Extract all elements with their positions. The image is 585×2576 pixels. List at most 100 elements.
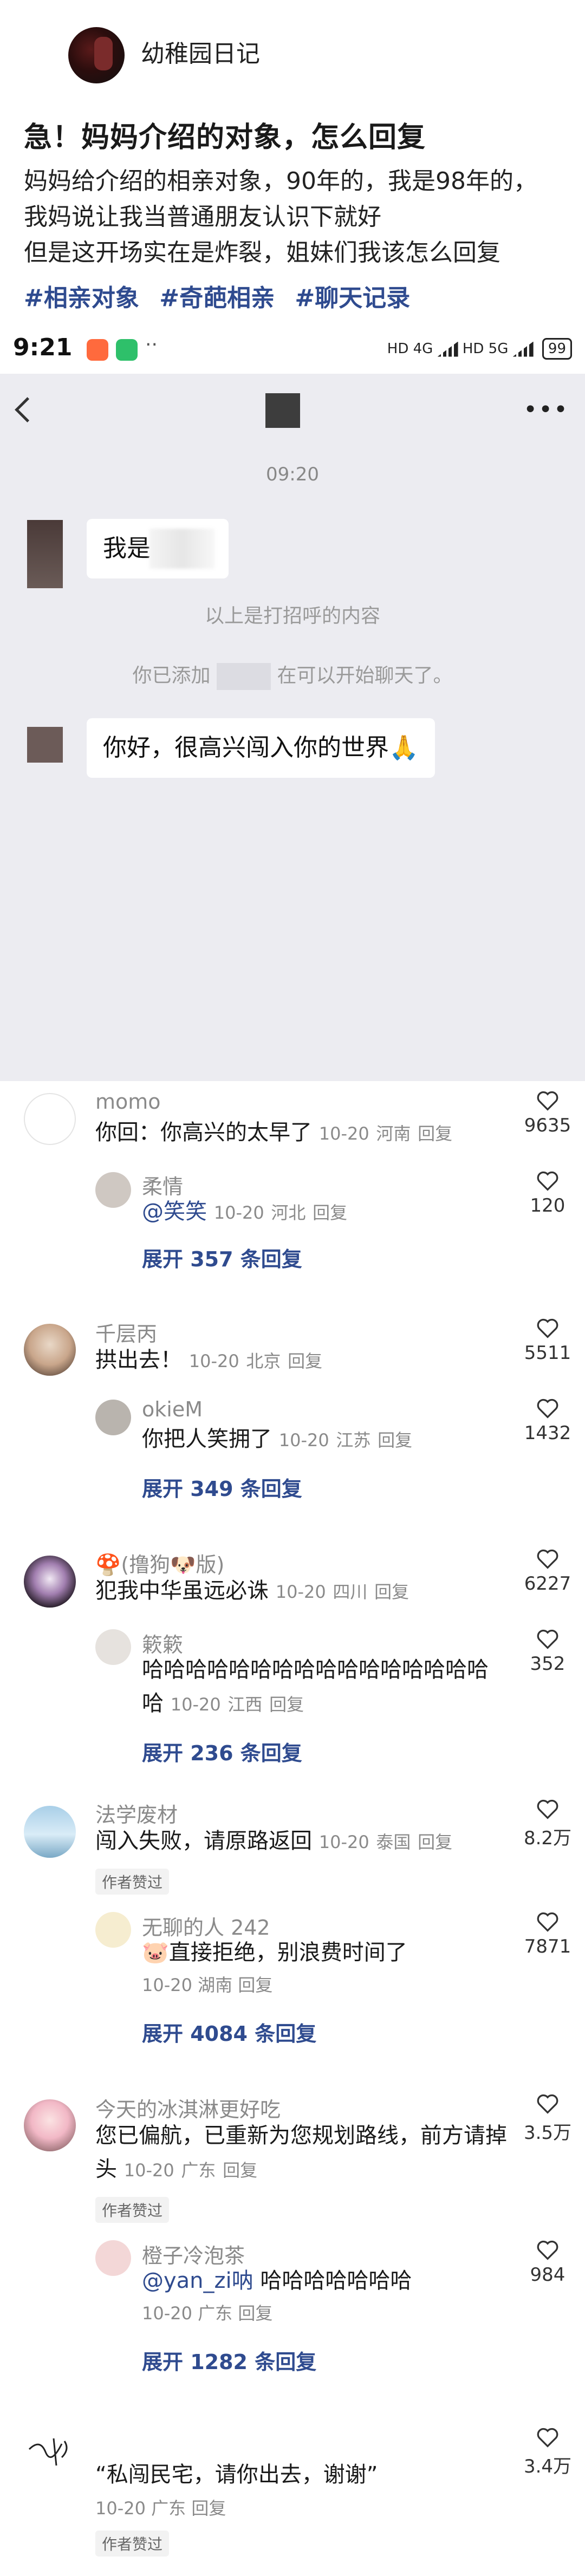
like-button[interactable]: 1432	[518, 1397, 577, 1444]
heart-icon	[537, 1318, 558, 1338]
reply-button[interactable]: 回复	[313, 1202, 347, 1223]
battery-icon: 99	[542, 338, 572, 360]
reply-region: 湖南	[198, 1975, 233, 1995]
system-note-text: 在可以开始聊天了。	[277, 665, 453, 687]
heart-icon	[537, 1912, 558, 1932]
status-indicators: HD 4G HD 5G 99	[387, 338, 572, 360]
reply-button[interactable]: 回复	[223, 2160, 257, 2181]
reply-body: 哈哈哈哈哈哈哈	[260, 2268, 412, 2293]
post-body-line: 我妈说让我当普通朋友认识下就好	[24, 203, 381, 231]
chat-peer-avatar	[265, 393, 300, 428]
replier-name[interactable]: okieM	[142, 1397, 203, 1421]
commenter-avatar[interactable]	[24, 2099, 76, 2151]
hashtag-link[interactable]: #相亲对象	[24, 284, 139, 312]
message-bubble: 我是	[87, 519, 229, 578]
comment-region: 广东	[151, 2498, 186, 2519]
commenter-name[interactable]: 今天的冰淇淋更好吃	[95, 2093, 281, 2123]
heart-icon	[537, 1171, 558, 1191]
reply-button[interactable]: 回复	[378, 1430, 412, 1450]
comment-text[interactable]: 犯我中华虽远必诛 10-20 四川 回复	[95, 1574, 409, 1609]
like-button[interactable]: 7871	[518, 1911, 577, 1957]
reply-date: 10-20	[213, 1202, 264, 1223]
like-button[interactable]: 3.5万	[518, 2093, 577, 2144]
reply-button[interactable]: 回复	[191, 2498, 226, 2519]
reply-avatar[interactable]	[95, 1912, 131, 1948]
comment-date: 10-20	[318, 1123, 369, 1144]
post-body-line: 妈妈给介绍的相亲对象，90年的，我是98年的，	[24, 167, 537, 195]
mention-link[interactable]: @笑笑	[142, 1199, 207, 1224]
commenter-name[interactable]: momo	[95, 1090, 161, 1114]
comment-meta: 10-20 广东 回复	[95, 2495, 226, 2520]
reply-button[interactable]: 回复	[374, 1582, 409, 1602]
reply-button[interactable]: 回复	[288, 1351, 322, 1371]
signal-icon	[437, 341, 458, 357]
like-button[interactable]: 3.4万	[518, 2427, 577, 2478]
commenter-name[interactable]: 千层丙	[95, 1317, 157, 1347]
commenter-avatar[interactable]	[24, 1093, 76, 1145]
comment-body: 拱出去！	[95, 1348, 182, 1372]
reply-button[interactable]: 回复	[238, 2303, 272, 2324]
status-bar: 9:21 ·· HD 4G HD 5G 99	[0, 324, 585, 374]
reply-avatar[interactable]	[95, 1172, 131, 1208]
like-count: 6227	[524, 1573, 571, 1595]
commenter-avatar[interactable]	[24, 1324, 76, 1376]
reply-text[interactable]: 🐷直接拒绝，别浪费时间了	[142, 1936, 407, 1969]
comment-text[interactable]: 您已偏航，已重新为您规划路线，前方请掉 头 10-20 广东 回复	[95, 2119, 507, 2187]
author-liked-badge: 作者赞过	[95, 1869, 170, 1895]
reply-button[interactable]: 回复	[418, 1832, 452, 1852]
expand-replies-link[interactable]: 展开 1282 条回复	[142, 2345, 316, 2375]
expand-replies-link[interactable]: 展开 4084 条回复	[142, 2017, 316, 2047]
reply-avatar[interactable]	[95, 1629, 131, 1665]
message-text: 我是	[103, 535, 151, 562]
like-button[interactable]: 352	[518, 1628, 577, 1675]
commenter-avatar[interactable]	[24, 2428, 76, 2480]
like-button[interactable]: 6227	[518, 1548, 577, 1595]
chat-screenshot: 9:21 ·· HD 4G HD 5G 99 ••• 09:20 我是 以上是打…	[0, 324, 585, 1081]
reply-text[interactable]: @笑笑 10-20 河北 回复	[142, 1195, 347, 1230]
heart-icon	[537, 2428, 558, 2448]
comment-date: 10-20	[318, 1832, 369, 1852]
like-button[interactable]: 120	[518, 1170, 577, 1217]
system-note-text: 你已添加	[132, 665, 211, 687]
comment-text[interactable]: “私闯民宅，请你出去，谢谢”	[95, 2458, 378, 2492]
like-button[interactable]: 8.2万	[518, 1798, 577, 1850]
comment-text[interactable]: 你回：你高兴的太早了 10-20 河南 回复	[95, 1116, 452, 1150]
more-options-icon[interactable]: •••	[523, 398, 569, 422]
back-arrow-icon[interactable]	[13, 393, 37, 426]
chat-title-bar: •••	[0, 374, 585, 447]
like-button[interactable]: 9635	[518, 1090, 577, 1136]
like-count: 3.4万	[523, 2456, 572, 2477]
commenter-name[interactable]: 法学废材	[95, 1798, 178, 1828]
reply-text[interactable]: @yan_zi呐 哈哈哈哈哈哈哈	[142, 2264, 412, 2298]
hashtag-link[interactable]: #聊天记录	[295, 284, 410, 312]
reply-avatar[interactable]	[95, 2240, 131, 2276]
expand-replies-link[interactable]: 展开 236 条回复	[142, 1736, 302, 1766]
commenter-avatar[interactable]	[24, 1806, 76, 1858]
commenter-name[interactable]: 🍄(撸狗🐶版)	[95, 1548, 224, 1578]
expand-replies-link[interactable]: 展开 349 条回复	[142, 1472, 302, 1502]
reply-region: 广东	[198, 2303, 233, 2324]
like-button[interactable]: 5511	[518, 1317, 577, 1364]
comment-text[interactable]: 拱出去！ 10-20 北京 回复	[95, 1343, 322, 1378]
like-button[interactable]: 984	[518, 2239, 577, 2286]
reply-button[interactable]: 回复	[269, 1694, 304, 1715]
reply-button[interactable]: 回复	[418, 1123, 452, 1144]
commenter-avatar[interactable]	[24, 1556, 76, 1608]
reply-avatar[interactable]	[95, 1400, 131, 1435]
post-header: 幼稚园日记	[0, 0, 585, 108]
comment-region: 四川	[333, 1582, 368, 1602]
reply-date: 10-20	[142, 1975, 192, 1995]
system-note: 你已添加 在可以开始聊天了。	[0, 660, 585, 690]
author-avatar[interactable]	[68, 27, 125, 83]
reply-button[interactable]: 回复	[238, 1975, 272, 1995]
reply-meta: 10-20 广东 回复	[142, 2300, 272, 2325]
reply-region: 河北	[271, 1202, 306, 1223]
expand-replies-link[interactable]: 展开 357 条回复	[142, 1243, 302, 1272]
mention-link[interactable]: @yan_zi呐	[142, 2268, 253, 2293]
reply-text[interactable]: 你把人笑拥了 10-20 江苏 回复	[142, 1422, 412, 1457]
hashtag-link[interactable]: #奇葩相亲	[159, 284, 275, 312]
comment-text[interactable]: 闯入失败，请原路返回 10-20 泰国 回复	[95, 1824, 452, 1859]
like-count: 984	[530, 2264, 566, 2286]
author-name[interactable]: 幼稚园日记	[141, 38, 260, 70]
reply-text[interactable]: 哈哈哈哈哈哈哈哈哈哈哈哈哈哈哈哈 哈 10-20 江西 回复	[142, 1653, 499, 1721]
